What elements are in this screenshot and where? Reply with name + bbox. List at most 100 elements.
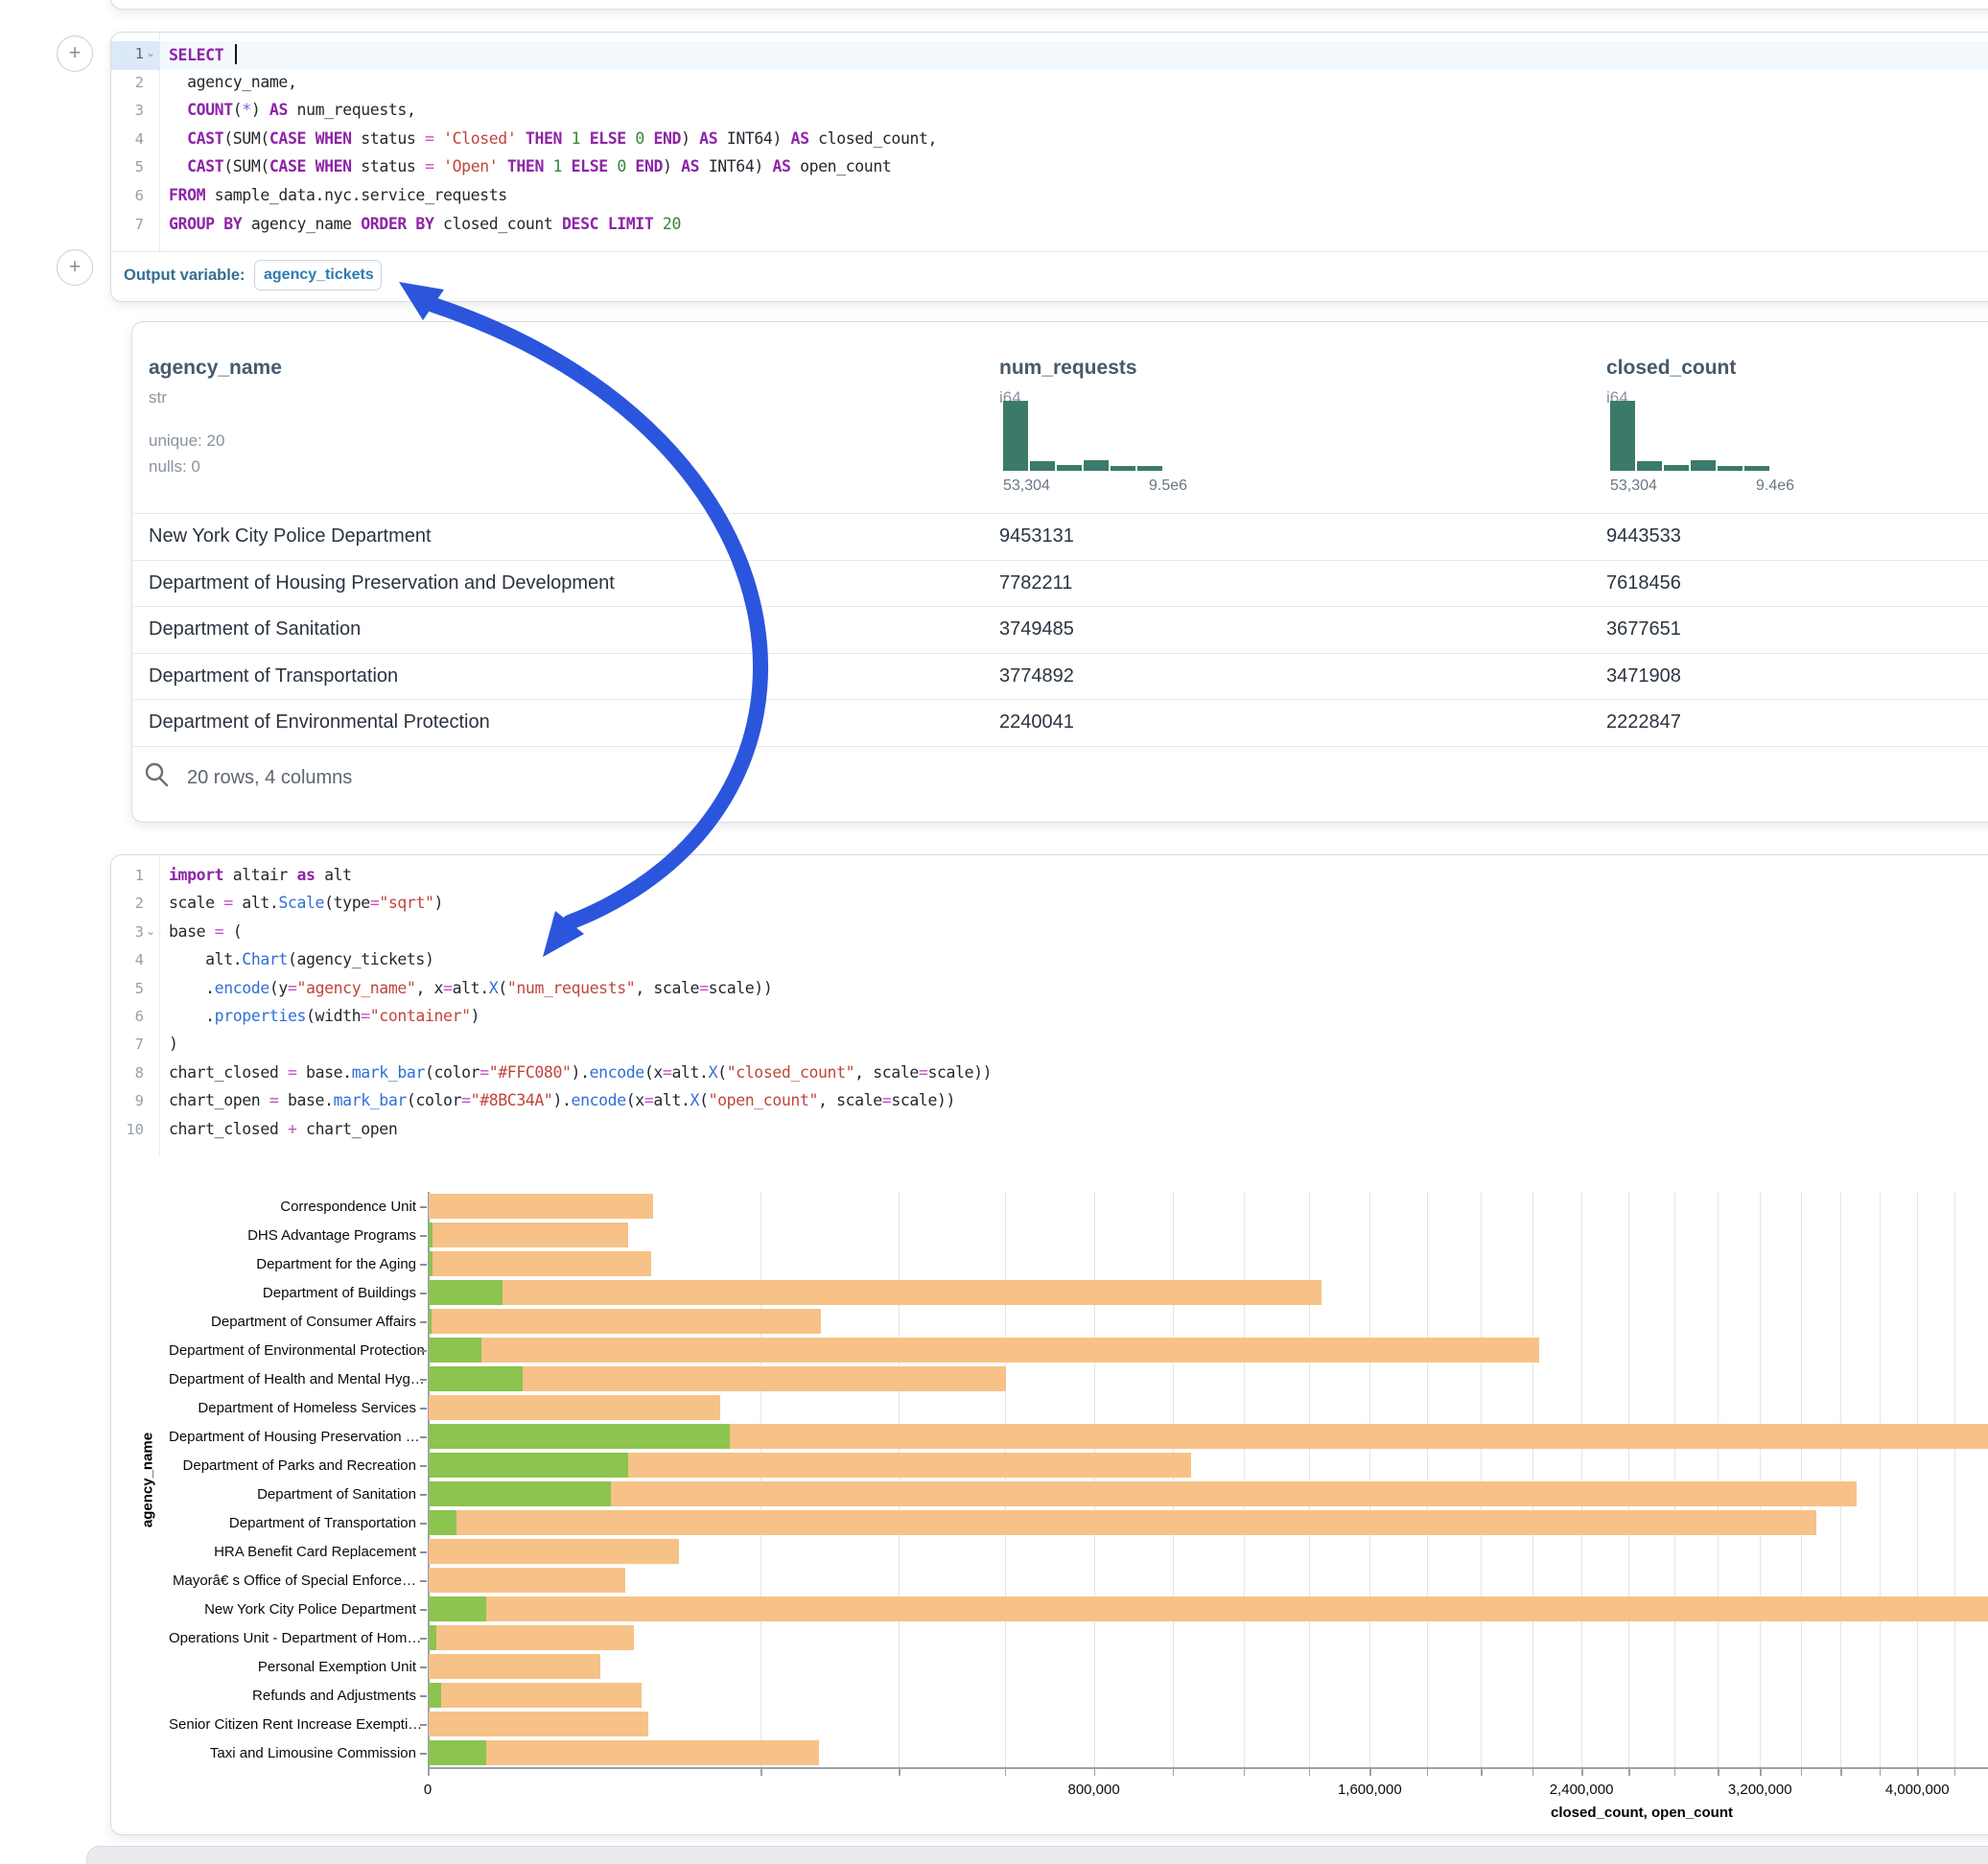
y-axis-tick — [420, 1465, 427, 1467]
y-axis-tick — [420, 1264, 427, 1266]
cell-closed-count: 9443533 — [1606, 525, 1681, 548]
code-line[interactable]: FROM sample_data.nyc.service_requests — [169, 186, 507, 204]
code-line[interactable]: CAST(SUM(CASE WHEN status = 'Closed' THE… — [169, 129, 937, 148]
table-row[interactable]: Department of Transportation377489234719… — [131, 653, 1988, 700]
active-line-highlight — [160, 41, 1988, 70]
y-axis-label: Taxi and Limousine Commission — [169, 1745, 416, 1761]
line-number: 4 — [109, 130, 144, 148]
text-cursor — [235, 44, 237, 64]
closed-count-bar — [429, 1223, 628, 1248]
x-axis-domain-line — [428, 1767, 1988, 1769]
open-count-bar — [429, 1596, 486, 1622]
previous-cell-partial — [110, 0, 1988, 10]
histogram-bar — [1137, 466, 1162, 471]
closed-count-bar — [429, 1539, 679, 1565]
table-row[interactable]: Department of Housing Preservation and D… — [131, 560, 1988, 607]
y-axis-label: Correspondence Unit — [169, 1199, 416, 1215]
table-row[interactable]: Department of Environmental Protection22… — [131, 699, 1988, 746]
line-number: 6 — [109, 187, 144, 204]
y-axis-tick — [420, 1321, 427, 1323]
code-line[interactable]: agency_name, — [169, 73, 296, 91]
table-row[interactable]: New York City Police Department945313194… — [131, 513, 1988, 560]
y-axis-tick — [420, 1494, 427, 1496]
code-line[interactable]: alt.Chart(agency_tickets) — [169, 950, 434, 968]
open-count-bar — [429, 1251, 433, 1277]
code-line[interactable]: SELECT — [169, 44, 237, 64]
y-axis-tick — [420, 1638, 427, 1640]
y-axis-tick — [420, 1235, 427, 1237]
search-icon[interactable] — [142, 760, 171, 789]
collapse-chevron-icon[interactable]: ⌄ — [146, 46, 155, 59]
open-count-bar — [429, 1366, 523, 1392]
code-line[interactable]: COUNT(*) AS num_requests, — [169, 101, 415, 119]
code-line[interactable]: base = ( — [169, 922, 242, 941]
histogram-max-label: 9.4e6 — [1756, 478, 1794, 495]
x-axis-tick-label: 3,200,000 — [1693, 1782, 1827, 1798]
code-line[interactable]: .properties(width="container") — [169, 1007, 479, 1025]
open-count-bar — [429, 1424, 730, 1450]
code-line[interactable]: chart_closed = base.mark_bar(color="#FFC… — [169, 1063, 992, 1082]
histogram-bar — [1057, 465, 1082, 471]
open-count-bar — [429, 1625, 436, 1651]
column-header[interactable]: agency_name — [149, 357, 282, 380]
code-line[interactable]: .encode(y="agency_name", x=alt.X("num_re… — [169, 979, 772, 997]
closed-count-bar — [429, 1309, 821, 1335]
column-header[interactable]: closed_count — [1606, 357, 1736, 380]
line-number: 2 — [109, 895, 144, 912]
code-line[interactable]: chart_open = base.mark_bar(color="#8BC34… — [169, 1091, 955, 1109]
chart-gridline — [1309, 1192, 1310, 1767]
open-count-bar — [429, 1338, 481, 1363]
chart-gridline — [1674, 1192, 1675, 1767]
line-number: 1 — [109, 867, 144, 884]
open-count-bar — [429, 1510, 456, 1536]
chart-gridline — [1532, 1192, 1533, 1767]
x-axis-tick-label: 4,000,000 — [1850, 1782, 1984, 1798]
line-number: 5 — [109, 980, 144, 997]
cell-closed-count: 3677651 — [1606, 618, 1681, 641]
add-cell-button[interactable]: + — [57, 249, 93, 286]
code-line[interactable]: import altair as alt — [169, 866, 352, 884]
y-axis-tick — [420, 1695, 427, 1697]
cell-num-requests: 3774892 — [999, 665, 1074, 687]
next-cell-partial[interactable] — [86, 1846, 1988, 1864]
y-axis-label: Mayorâ€ s Office of Special Enforce… — [169, 1573, 416, 1589]
closed-count-bar — [429, 1683, 642, 1709]
y-axis-label: Department of Transportation — [169, 1515, 416, 1531]
closed-count-bar — [429, 1654, 600, 1680]
closed-count-bar — [429, 1251, 651, 1277]
add-cell-button[interactable]: + — [57, 35, 93, 72]
notebook-canvas: + + Output variable: agency_tickets agen… — [0, 0, 1988, 1864]
code-line[interactable]: chart_closed + chart_open — [169, 1120, 397, 1138]
table-row[interactable]: Department of Sanitation37494853677651 — [131, 606, 1988, 653]
output-variable-badge[interactable]: agency_tickets — [254, 260, 382, 291]
y-axis-domain-line — [428, 1192, 430, 1767]
column-type: str — [149, 388, 167, 408]
closed-count-bar — [429, 1740, 819, 1766]
y-axis-label: Department of Health and Mental Hyg… — [169, 1371, 416, 1387]
y-axis-label: Department of Homeless Services — [169, 1400, 416, 1416]
closed-count-bar — [429, 1194, 653, 1220]
code-line[interactable]: ) — [169, 1035, 178, 1053]
chart-gridline — [1840, 1192, 1841, 1767]
column-header[interactable]: num_requests — [999, 357, 1137, 380]
cell-num-requests: 2240041 — [999, 711, 1074, 734]
y-axis-label: Department of Housing Preservation … — [169, 1429, 416, 1445]
x-axis-tick-label: 1,600,000 — [1302, 1782, 1437, 1798]
code-line[interactable]: GROUP BY agency_name ORDER BY closed_cou… — [169, 215, 681, 233]
open-count-bar — [429, 1453, 628, 1479]
y-axis-label: Personal Exemption Unit — [169, 1659, 416, 1675]
y-axis-tick — [420, 1379, 427, 1381]
line-number: 3 — [109, 923, 144, 941]
output-variable-label: Output variable: — [124, 267, 246, 285]
chart-gridline — [760, 1192, 761, 1767]
y-axis-label: Department of Sanitation — [169, 1486, 416, 1503]
collapse-chevron-icon[interactable]: ⌄ — [146, 924, 155, 938]
gutter-divider — [159, 854, 160, 1155]
code-line[interactable]: CAST(SUM(CASE WHEN status = 'Open' THEN … — [169, 157, 891, 175]
line-number: 7 — [109, 1036, 144, 1053]
chart-gridline — [1427, 1192, 1428, 1767]
line-number: 8 — [109, 1064, 144, 1082]
open-count-bar — [429, 1481, 611, 1507]
code-line[interactable]: scale = alt.Scale(type="sqrt") — [169, 894, 443, 912]
chart-gridline — [1628, 1192, 1629, 1767]
